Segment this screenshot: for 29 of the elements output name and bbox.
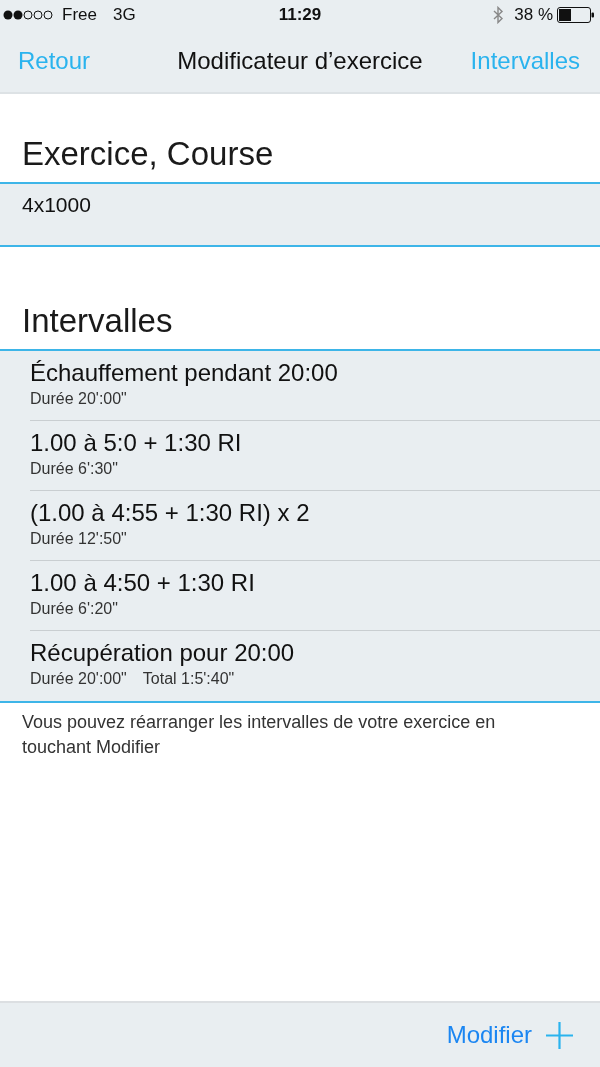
interval-duration: Durée 20':00" [30, 389, 127, 409]
interval-title: 1.00 à 4:50 + 1:30 RI [30, 569, 255, 597]
interval-duration: Durée 20':00" [30, 669, 127, 689]
interval-title: (1.00 à 4:55 + 1:30 RI) x 2 [30, 499, 310, 527]
bluetooth-icon [493, 6, 505, 24]
interval-title: Échauffement pendant 20:00 [30, 359, 338, 387]
section-header: Exercice, Course [22, 135, 274, 172]
signal-strength-icon [3, 10, 53, 20]
clock-time: 11:29 [278, 5, 322, 25]
interval-row[interactable]: 1.00 à 5:0 + 1:30 RI Durée 6':30" [0, 421, 600, 491]
battery-percentage: 38 % [514, 5, 553, 25]
battery-icon [557, 7, 595, 23]
add-icon[interactable] [546, 1021, 573, 1049]
interval-title: Récupération pour 20:00 [30, 639, 295, 667]
interval-row[interactable]: 1.00 à 4:50 + 1:30 RI Durée 6':20" [0, 561, 600, 631]
interval-row[interactable]: (1.00 à 4:55 + 1:30 RI) x 2 Durée 12':50" [0, 491, 600, 561]
total-duration: Total 1:5':40" [142, 669, 235, 689]
interval-duration: Durée 6':30" [30, 459, 118, 479]
interval-title: 1.00 à 5:0 + 1:30 RI [30, 429, 242, 457]
interval-duration: Durée 6':20" [30, 599, 118, 619]
exercise-name-field[interactable]: 4x1000 [0, 184, 600, 247]
section-header: Intervalles [22, 302, 173, 339]
interval-row[interactable]: Échauffement pendant 20:00 Durée 20':00" [0, 351, 600, 421]
hint-text: Vous pouvez réarranger les intervalles de votre exercice en touchant Modifier [22, 712, 496, 757]
interval-duration: Durée 12':50" [30, 529, 127, 549]
network-type: 3G [112, 5, 136, 25]
interval-row[interactable]: Récupération pour 20:00 Durée 20':00" Total 1:5':40" [0, 631, 600, 701]
screen-title: Modificateur d’exercice [177, 47, 423, 74]
carrier-name: Free [62, 5, 97, 25]
